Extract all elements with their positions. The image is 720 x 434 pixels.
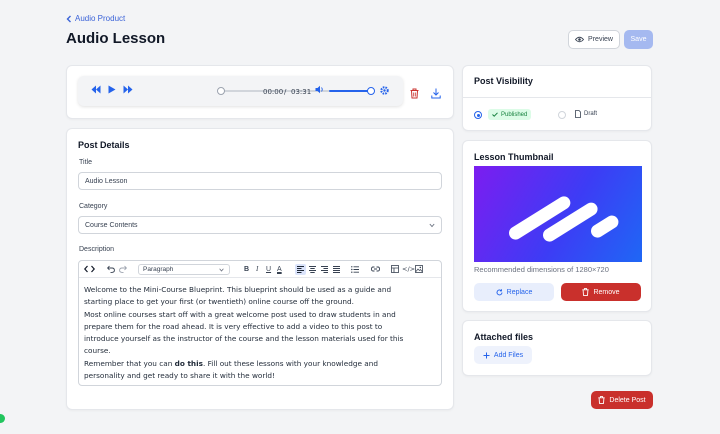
refresh-icon bbox=[496, 288, 503, 295]
content-line: starting place to get your first (or twe… bbox=[84, 297, 354, 307]
delete-post-button[interactable]: Delete Post bbox=[591, 391, 653, 409]
status-indicator bbox=[0, 414, 5, 423]
published-badge[interactable]: Published bbox=[488, 109, 531, 120]
draft-label: Draft bbox=[584, 111, 598, 117]
settings-gear-icon[interactable] bbox=[380, 86, 389, 95]
lesson-thumbnail-heading: Lesson Thumbnail bbox=[474, 152, 554, 162]
remove-button[interactable]: Remove bbox=[561, 283, 641, 301]
underline-icon[interactable]: U bbox=[266, 265, 271, 274]
bullet-list-icon[interactable] bbox=[351, 266, 359, 273]
eye-icon bbox=[575, 36, 585, 43]
replace-label: Replace bbox=[506, 288, 533, 296]
trash-icon bbox=[582, 288, 590, 296]
plus-icon bbox=[483, 352, 490, 358]
code-view-icon[interactable] bbox=[84, 265, 95, 273]
duration: 03:31 bbox=[291, 88, 312, 96]
post-visibility-card bbox=[462, 65, 652, 131]
editor-content[interactable]: Welcome to the Mini-Course Blueprint. Th… bbox=[84, 284, 438, 382]
draft-option[interactable]: Draft bbox=[575, 110, 597, 118]
current-time: 00:00 bbox=[263, 88, 284, 96]
chevron-left-icon bbox=[66, 15, 71, 22]
trash-icon bbox=[598, 396, 606, 404]
delete-post-label: Delete Post bbox=[609, 396, 646, 404]
undo-icon[interactable] bbox=[107, 265, 115, 273]
breadcrumb-back-link[interactable]: Audio Product bbox=[66, 14, 125, 23]
align-left-icon[interactable] bbox=[297, 266, 304, 273]
published-radio[interactable] bbox=[474, 111, 482, 119]
category-label: Category bbox=[79, 203, 108, 210]
description-editor[interactable]: Paragraph B I U A </> Welcome to the Min… bbox=[78, 260, 442, 386]
thumbnail-image bbox=[474, 166, 642, 262]
category-select[interactable]: Course Contents bbox=[78, 216, 442, 234]
content-bold-text: do this bbox=[174, 358, 203, 368]
breadcrumb-label: Audio Product bbox=[75, 14, 126, 23]
content-text: Remember that you can bbox=[84, 358, 175, 368]
description-label: Description bbox=[79, 246, 115, 253]
block-format-value: Paragraph bbox=[143, 266, 174, 273]
align-center-icon[interactable] bbox=[309, 266, 316, 273]
post-details-heading: Post Details bbox=[78, 140, 130, 150]
divider bbox=[462, 97, 652, 98]
chevron-down-icon bbox=[219, 268, 224, 272]
progress-handle[interactable] bbox=[217, 87, 225, 95]
replace-button[interactable]: Replace bbox=[474, 283, 554, 301]
logo-stroke bbox=[588, 213, 621, 241]
volume-track[interactable] bbox=[329, 90, 371, 92]
title-label: Title bbox=[79, 159, 92, 166]
category-value: Course Contents bbox=[85, 221, 138, 229]
title-input[interactable]: Audio Lesson bbox=[78, 172, 442, 190]
time-separator: / bbox=[284, 88, 287, 96]
content-text: . Fill out these lessons with your knowl… bbox=[202, 358, 379, 368]
italic-icon[interactable]: I bbox=[256, 265, 258, 274]
block-format-select[interactable]: Paragraph bbox=[138, 264, 230, 275]
audio-player: 00:00 / 03:31 bbox=[78, 76, 403, 106]
content-line: introduce yourself as the instructor of … bbox=[84, 334, 404, 344]
delete-audio-trash-icon[interactable] bbox=[410, 88, 419, 99]
content-line: personality and get ready to share it wi… bbox=[84, 371, 275, 381]
post-visibility-heading: Post Visibility bbox=[474, 76, 533, 86]
thumbnail-hint: Recommended dimensions of 1280×720 bbox=[474, 265, 609, 274]
bold-icon[interactable]: B bbox=[244, 265, 249, 274]
volume-icon[interactable] bbox=[315, 85, 325, 94]
content-line: course. bbox=[84, 346, 111, 356]
attached-files-heading: Attached files bbox=[474, 332, 534, 342]
rewind-icon[interactable] bbox=[91, 85, 101, 94]
published-label: Published bbox=[501, 111, 528, 118]
remove-label: Remove bbox=[593, 288, 620, 296]
preview-button[interactable]: Preview bbox=[568, 30, 620, 49]
draft-radio[interactable] bbox=[558, 111, 566, 119]
redo-icon[interactable] bbox=[119, 265, 127, 273]
image-icon[interactable] bbox=[415, 265, 423, 273]
link-icon[interactable] bbox=[371, 266, 380, 272]
text-color-icon[interactable]: A bbox=[277, 265, 282, 274]
volume-handle[interactable] bbox=[367, 87, 375, 95]
chevron-down-icon bbox=[429, 223, 435, 228]
align-justify-icon[interactable] bbox=[333, 266, 340, 273]
download-icon[interactable] bbox=[431, 88, 441, 99]
table-icon[interactable] bbox=[391, 265, 399, 273]
add-files-label: Add Files bbox=[493, 351, 524, 359]
source-code-icon[interactable]: </> bbox=[402, 265, 415, 274]
preview-label: Preview bbox=[588, 36, 613, 43]
editor-toolbar: Paragraph B I U A </> bbox=[79, 261, 441, 278]
page-title: Audio Lesson bbox=[66, 30, 166, 47]
document-icon bbox=[575, 110, 581, 118]
title-value: Audio Lesson bbox=[85, 177, 128, 185]
content-line: prepare them for the road ahead. It is v… bbox=[84, 321, 383, 331]
add-files-button[interactable]: Add Files bbox=[474, 346, 532, 364]
content-line: Welcome to the Mini-Course Blueprint. Th… bbox=[84, 285, 392, 294]
play-icon[interactable] bbox=[108, 85, 116, 94]
check-icon bbox=[492, 112, 498, 117]
save-button[interactable]: Save bbox=[624, 30, 653, 49]
save-label: Save bbox=[630, 36, 647, 43]
content-line: Most online courses start off with a gre… bbox=[84, 309, 396, 319]
align-right-icon[interactable] bbox=[321, 266, 328, 273]
fast-forward-icon[interactable] bbox=[123, 85, 133, 94]
content-line: Remember that you can do this. Fill out … bbox=[84, 358, 438, 370]
